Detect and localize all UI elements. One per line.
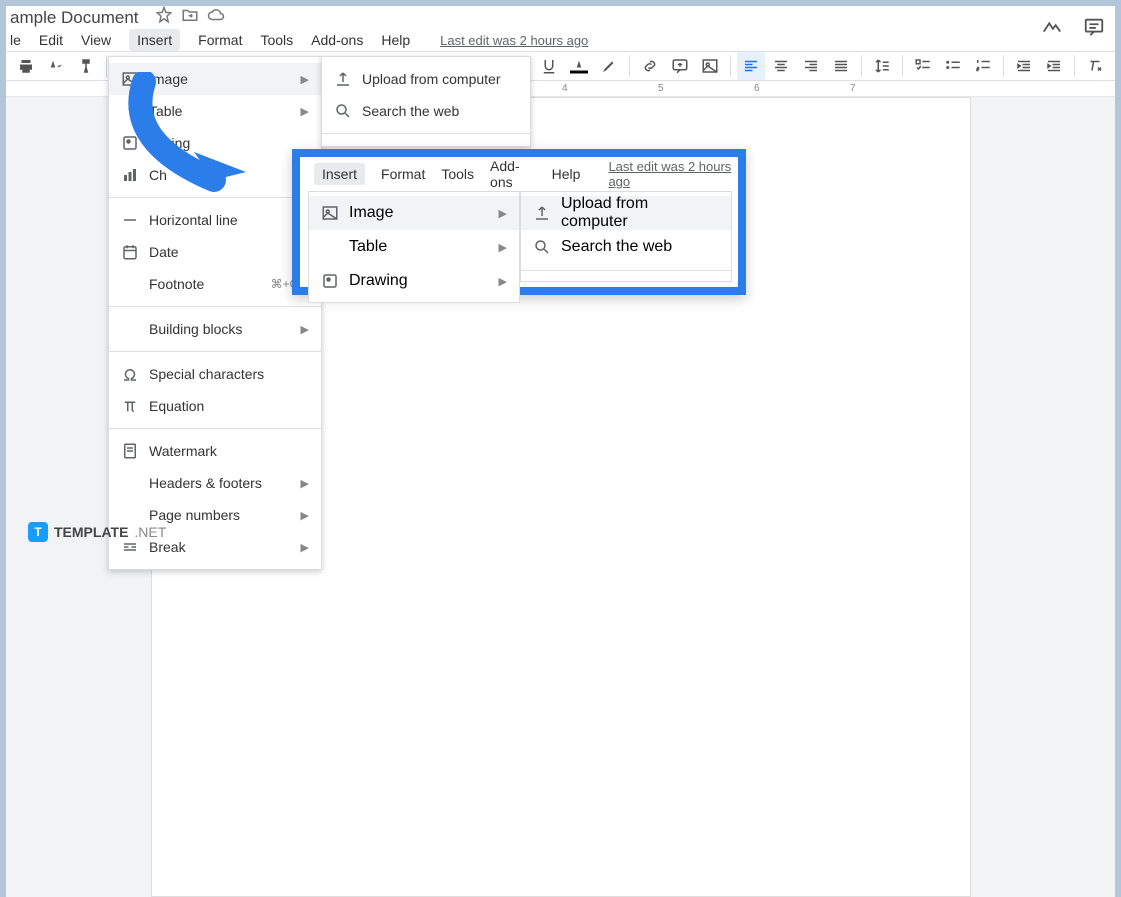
chevron-right-icon: ▶ [301,105,309,118]
callout-insert-image[interactable]: Image ▶ [309,196,519,230]
image-submenu: Upload from computer Search the web [321,56,531,147]
chevron-right-icon: ▶ [301,477,309,490]
upload-icon [533,204,557,222]
paint-format-icon[interactable] [72,52,100,80]
callout-insert-dropdown: Image ▶ Table ▶ Drawing ▶ [308,191,520,303]
clear-format-icon[interactable] [1081,52,1109,80]
menu-file[interactable]: le [10,32,21,48]
main-menubar: le Edit View Insert Format Tools Add-ons… [6,29,1115,51]
callout-last-edit[interactable]: Last edit was 2 hours ago [608,159,738,189]
callout-zoom: Insert Format Tools Add-ons Help Last ed… [292,149,746,295]
comment-icon[interactable] [666,52,694,80]
cloud-icon[interactable] [207,6,225,29]
number-list-icon[interactable] [969,52,997,80]
insert-special-chars[interactable]: Special characters [109,358,321,390]
star-icon[interactable] [155,6,173,29]
menu-insert[interactable]: Insert [129,29,180,51]
chevron-right-icon: ▶ [301,323,309,336]
tutorial-arrow [114,72,284,202]
callout-upload-from-computer[interactable]: Upload from computer [521,196,731,230]
callout-search-the-web[interactable]: Search the web [521,230,731,264]
menu-tools[interactable]: Tools [260,32,293,48]
upload-from-computer[interactable]: Upload from computer [322,63,530,95]
omega-icon [121,365,145,383]
image-icon [321,204,345,222]
callout-image-submenu: Upload from computer Search the web [520,191,732,282]
chevron-right-icon: ▶ [499,207,507,220]
text-color-icon[interactable] [565,52,593,80]
link-icon[interactable] [636,52,664,80]
chevron-right-icon: ▶ [499,275,507,288]
comments-panel-icon[interactable] [1083,16,1105,43]
insert-building-blocks[interactable]: Building blocks ▶ [109,313,321,345]
menu-edit[interactable]: Edit [39,32,63,48]
callout-insert-table[interactable]: Table ▶ [309,230,519,264]
chevron-right-icon: ▶ [301,541,309,554]
search-icon [334,102,358,120]
insert-headers-footers[interactable]: Headers & footers ▶ [109,467,321,499]
activity-icon[interactable] [1041,16,1063,43]
chevron-right-icon: ▶ [301,509,309,522]
insert-date[interactable]: Date [109,236,321,268]
insert-watermark[interactable]: Watermark [109,435,321,467]
doc-title[interactable]: ample Document [10,8,139,28]
watermark-icon [121,442,145,460]
callout-menu-addons[interactable]: Add-ons [490,158,536,190]
bullet-list-icon[interactable] [939,52,967,80]
search-icon [533,238,557,256]
align-justify-icon[interactable] [827,52,855,80]
highlight-icon[interactable] [595,52,623,80]
brand-icon: T [28,522,48,542]
underline-icon[interactable] [535,52,563,80]
drawing-icon [321,272,345,290]
callout-menu-insert[interactable]: Insert [314,163,365,185]
chevron-right-icon: ▶ [301,73,309,86]
print-icon[interactable] [12,52,40,80]
folder-move-icon[interactable] [181,6,199,29]
outdent-icon[interactable] [1010,52,1038,80]
menu-format[interactable]: Format [198,32,242,48]
align-center-icon[interactable] [767,52,795,80]
spellcheck-icon[interactable] [42,52,70,80]
callout-menu-help[interactable]: Help [552,166,581,182]
insert-equation[interactable]: Equation [109,390,321,422]
menu-help[interactable]: Help [381,32,410,48]
callout-menu-format[interactable]: Format [381,166,425,182]
align-right-icon[interactable] [797,52,825,80]
align-left-icon[interactable] [737,52,765,80]
search-the-web[interactable]: Search the web [322,95,530,127]
callout-menu-tools[interactable]: Tools [441,166,474,182]
insert-image-icon[interactable] [696,52,724,80]
date-icon [121,243,145,261]
menu-addons[interactable]: Add-ons [311,32,363,48]
insert-hline[interactable]: Horizontal line [109,204,321,236]
hline-icon [121,211,145,229]
checklist-icon[interactable] [909,52,937,80]
chevron-right-icon: ▶ [499,241,507,254]
upload-icon [334,70,358,88]
callout-insert-drawing[interactable]: Drawing ▶ [309,264,519,298]
insert-footnote[interactable]: Footnote ⌘+Opt [109,268,321,300]
pi-icon [121,397,145,415]
last-edit-link[interactable]: Last edit was 2 hours ago [440,33,588,48]
line-spacing-icon[interactable] [868,52,896,80]
indent-icon[interactable] [1040,52,1068,80]
brand-watermark: T TEMPLATE.NET [28,522,166,542]
menu-view[interactable]: View [81,32,111,48]
